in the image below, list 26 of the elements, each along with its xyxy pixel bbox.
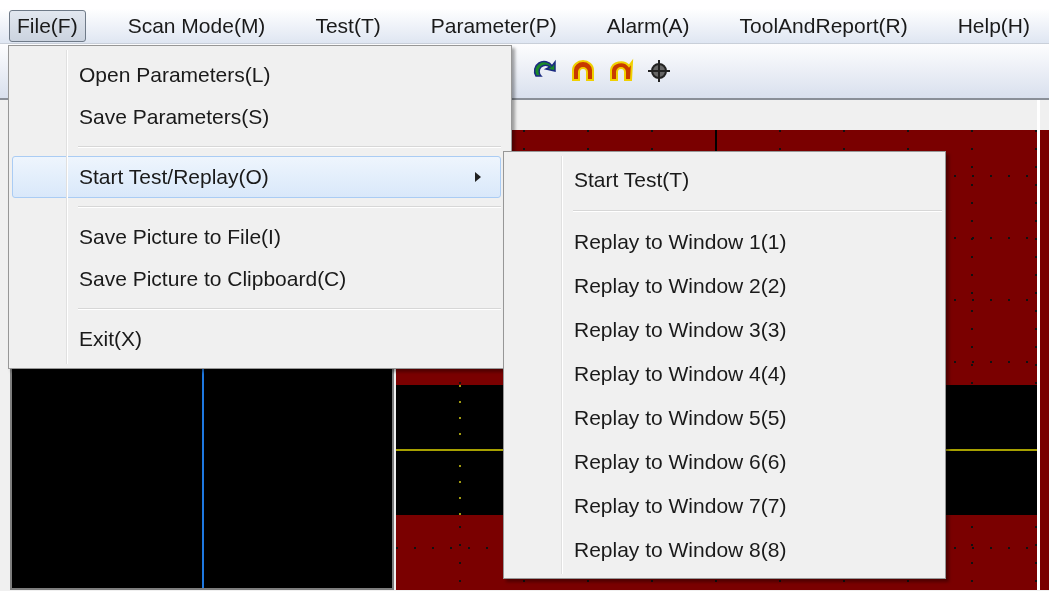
menu-item[interactable]: Replay to Window 1(1) [507,220,942,264]
menu-item[interactable]: Save Parameters(S) [12,96,501,138]
menu-item[interactable]: Save Picture to Clipboard(C) [12,258,501,300]
menu-item[interactable]: Start Test(T) [507,158,942,202]
submenu-arrow-icon [474,171,482,183]
menu-bar-item[interactable]: File(F) [9,9,86,42]
menu-bar-item[interactable]: ToolAndReport(R) [731,9,916,42]
menu-item[interactable]: Replay to Window 7(7) [507,484,942,528]
menu-item[interactable]: Open Parameters(L) [12,54,501,96]
menu-bar-item[interactable]: Test(T) [307,9,389,42]
menu-item[interactable]: Save Picture to File(I) [12,216,501,258]
menu-bar-item[interactable]: Parameter(P) [422,9,565,42]
menu-item[interactable]: Start Test/Replay(O) [12,156,501,198]
menu-item[interactable]: Replay to Window 5(5) [507,396,942,440]
menu-item[interactable]: Replay to Window 8(8) [507,528,942,572]
arch-icon[interactable] [570,58,596,84]
menu-item[interactable]: Exit(X) [12,318,501,360]
menu-item[interactable]: Replay to Window 2(2) [507,264,942,308]
menu-item[interactable]: Replay to Window 3(3) [507,308,942,352]
menu-item[interactable]: Replay to Window 6(6) [507,440,942,484]
crosshair-icon[interactable] [646,58,672,84]
arch-icon[interactable] [608,58,634,84]
menu-item[interactable]: Replay to Window 4(4) [507,352,942,396]
menu-bar-item[interactable]: Help(H) [949,9,1038,42]
menu-bar-item[interactable]: Scan Mode(M) [119,9,274,42]
menu-bar-item[interactable]: Alarm(A) [598,9,698,42]
